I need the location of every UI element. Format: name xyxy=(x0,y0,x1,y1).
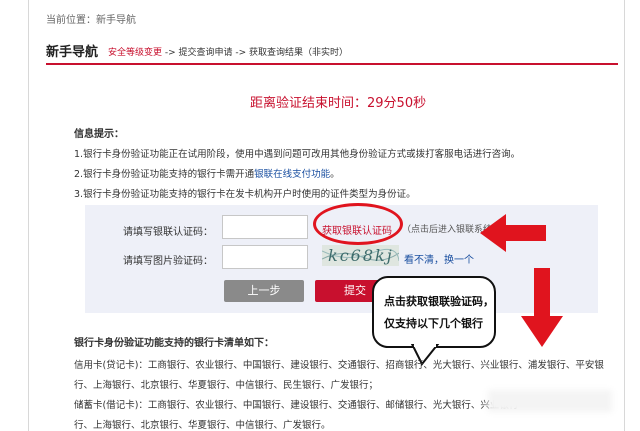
info-line-1: 1.银行卡身份验证功能正在试用阶段，使用中遇到问题可改用其他身份验证方式或拨打客… xyxy=(74,149,521,160)
annotation-callout-text: 点击获取银联验证码， 仅支持以下几个银行 xyxy=(384,291,496,335)
previous-step-button[interactable]: 上一步 xyxy=(224,280,304,302)
credit-banks-line-1: 信用卡(贷记卡)：工商银行、农业银行、中国银行、建设银行、交通银行、招商银行、光… xyxy=(74,360,604,371)
captcha-label: 请填写图片验证码： xyxy=(123,256,213,267)
unionpay-online-link[interactable]: 银联在线支付功能 xyxy=(254,169,330,180)
refresh-captcha-link[interactable]: 看不清，换一个 xyxy=(404,251,474,266)
title-row: 新手导航 安全等级变更 -> 提交查询申请 -> 获取查询结果（非实时） xyxy=(46,41,618,65)
step-current: 安全等级变更 xyxy=(108,48,163,58)
debit-banks-line-2: 行、上海银行、北京银行、华夏银行、中信银行、广发银行。 xyxy=(74,420,331,431)
unionpay-code-input[interactable] xyxy=(222,215,308,239)
info-line-2-suffix: 。 xyxy=(330,169,340,180)
frame-right-border xyxy=(624,0,625,431)
info-title: 信息提示： xyxy=(74,129,124,140)
captcha-input[interactable] xyxy=(222,245,308,269)
timer-value: 29分50秒 xyxy=(367,96,427,111)
credit-banks-line-2: 行、上海银行、北京银行、华夏银行、中信银行、民生银行、广发银行； xyxy=(74,380,379,391)
info-line-2-prefix: 2.银行卡身份验证功能支持的银行卡需开通 xyxy=(74,169,255,180)
debit-banks-line-1: 储蓄卡(借记卡)：工商银行、农业银行、中国银行、建设银行、交通银行、邮储银行、光… xyxy=(74,400,519,411)
callout-line-1: 点击获取银联验证码， xyxy=(384,295,494,308)
watermark-blur xyxy=(488,390,612,412)
frame-left-border xyxy=(28,0,29,431)
countdown-timer: 距离验证结束时间：29分50秒 xyxy=(250,92,426,111)
info-line-3: 3.银行卡身份验证功能支持的银行卡在发卡机构开户时使用的证件类型为身份证。 xyxy=(74,189,416,200)
callout-line-2: 仅支持以下几个银行 xyxy=(384,317,483,330)
page-title: 新手导航 xyxy=(46,45,99,60)
captcha-text: kc68kj xyxy=(328,246,394,265)
info-line-2: 2.银行卡身份验证功能支持的银行卡需开通银联在线支付功能。 xyxy=(74,166,340,180)
bank-list-title: 银行卡身份验证功能支持的银行卡清单如下： xyxy=(74,338,274,349)
annotation-arrow-left-icon xyxy=(480,214,546,252)
annotation-ellipse xyxy=(313,203,403,245)
step-rest: -> 提交查询申请 -> 获取查询结果（非实时） xyxy=(162,48,349,58)
step-indicator: 安全等级变更 -> 提交查询申请 -> 获取查询结果（非实时） xyxy=(108,45,348,58)
annotation-arrow-down-icon xyxy=(521,268,563,347)
breadcrumb: 当前位置：新手导航 xyxy=(46,15,136,26)
unionpay-code-label: 请填写银联认证码： xyxy=(123,227,213,238)
captcha-image[interactable]: kc68kj xyxy=(322,245,399,266)
timer-label: 距离验证结束时间： xyxy=(250,96,368,111)
